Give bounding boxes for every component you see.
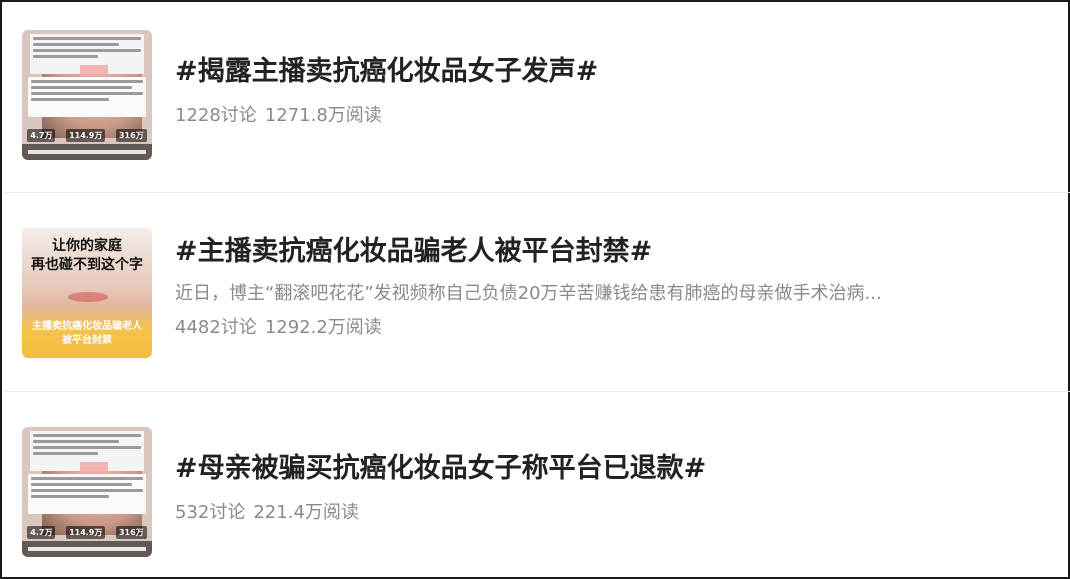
topic-stats: 532讨论 221.4万阅读	[175, 500, 1048, 526]
topic-list: 4.7万 114.9万 316万 #揭露主播卖抗癌化妆品女子发声# 1228讨论 12…	[0, 0, 1070, 579]
thumbnail-stats: 4.7万 114.9万 316万	[22, 126, 152, 144]
topic-title[interactable]: #主播卖抗癌化妆品骗老人被平台封禁#	[175, 235, 1048, 269]
topic-stats: 1228讨论 1271.8万阅读	[175, 103, 1048, 129]
thumbnail-headline: 让你的家庭 再也碰不到这个字	[31, 237, 143, 272]
topic-title[interactable]: #揭露主播卖抗癌化妆品女子发声#	[175, 55, 1048, 89]
thumbnail-stats: 4.7万 114.9万 316万	[22, 523, 152, 541]
read-count: 221.4万阅读	[253, 502, 359, 523]
divider	[4, 391, 1070, 392]
read-count: 1271.8万阅读	[264, 105, 382, 126]
thumbnail-text-panel	[28, 77, 146, 117]
thumbnail-caption	[22, 144, 152, 160]
thumbnail-subtitle: 主播卖抗癌化妆品骗老人 被平台封禁	[32, 321, 142, 346]
read-count: 1292.2万阅读	[264, 317, 382, 338]
discussion-count: 532讨论	[175, 502, 246, 523]
topic-text: #揭露主播卖抗癌化妆品女子发声# 1228讨论 1271.8万阅读	[175, 55, 1048, 129]
divider	[4, 192, 1070, 193]
topic-thumbnail[interactable]: 4.7万 114.9万 316万	[22, 427, 152, 557]
thumbnail-text-panel	[28, 474, 146, 514]
topic-thumbnail[interactable]: 让你的家庭 再也碰不到这个字 主播卖抗癌化妆品骗老人 被平台封禁	[22, 228, 152, 358]
topic-text: #主播卖抗癌化妆品骗老人被平台封禁# 近日，博主“翻滚吧花花”发视频称自己负债2…	[175, 235, 1048, 341]
topic-thumbnail[interactable]: 4.7万 114.9万 316万	[22, 30, 152, 160]
topic-stats: 4482讨论 1292.2万阅读	[175, 315, 1048, 341]
topic-title[interactable]: #母亲被骗买抗癌化妆品女子称平台已退款#	[175, 452, 1048, 486]
topic-text: #母亲被骗买抗癌化妆品女子称平台已退款# 532讨论 221.4万阅读	[175, 452, 1048, 526]
topic-summary: 近日，博主“翻滚吧花花”发视频称自己负债20万辛苦赚钱给患有肺癌的母亲做手术治病…	[175, 283, 882, 304]
thumbnail-caption	[22, 541, 152, 557]
discussion-count: 4482讨论	[175, 317, 257, 338]
thumbnail-lips	[68, 292, 108, 302]
discussion-count: 1228讨论	[175, 105, 257, 126]
